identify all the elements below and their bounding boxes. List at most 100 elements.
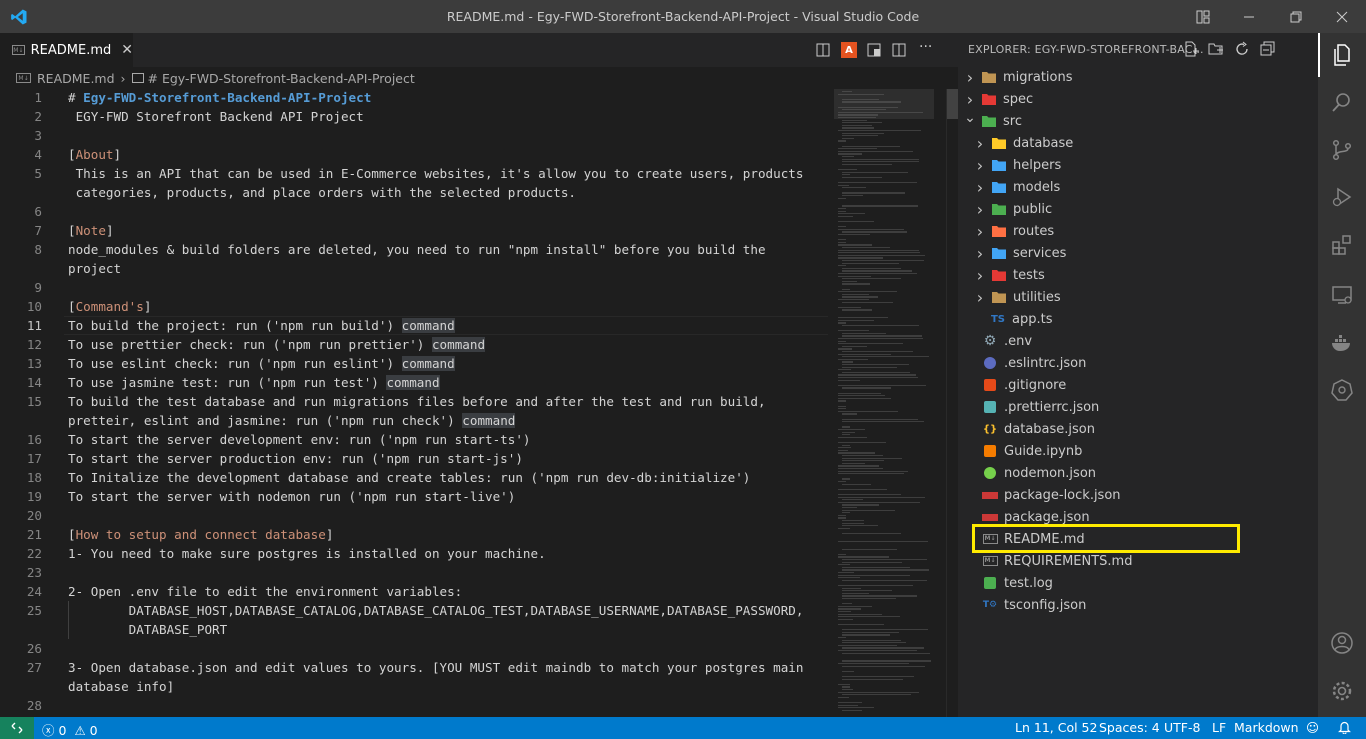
tree-item[interactable]: › public: [973, 198, 1052, 220]
code-line[interactable]: 14 To use jasmine test: run ('npm run tes…: [0, 373, 828, 392]
code-line[interactable]: 13 To use eslint check: run ('npm run esl…: [0, 354, 828, 373]
code-line[interactable]: 18 To Initalize the development database …: [0, 468, 828, 487]
tree-item[interactable]: TS app.ts: [990, 308, 1053, 330]
code-line[interactable]: 24 2- Open .env file to edit the environm…: [0, 582, 828, 601]
code-line[interactable]: 3: [0, 126, 828, 145]
chevron-down-icon[interactable]: ⌄: [963, 110, 977, 126]
breadcrumb-file[interactable]: README.md: [37, 71, 115, 86]
remote-explorer-icon[interactable]: [1330, 283, 1354, 307]
tree-item[interactable]: .gitignore: [982, 374, 1066, 396]
tree-item[interactable]: M↓ REQUIREMENTS.md: [982, 550, 1132, 572]
tree-item[interactable]: Guide.ipynb: [982, 440, 1082, 462]
tree-item[interactable]: .prettierrc.json: [982, 396, 1099, 418]
code-line[interactable]: 4 [About]: [0, 145, 828, 164]
code-line[interactable]: 6: [0, 202, 828, 221]
code-line[interactable]: 16 To start the server development env: r…: [0, 430, 828, 449]
code-line[interactable]: pretteir, eslint and jasmine: run ('npm …: [0, 411, 828, 430]
chevron-right-icon[interactable]: ›: [973, 266, 987, 285]
more-actions-icon[interactable]: ···: [919, 39, 932, 55]
tree-item[interactable]: › routes: [973, 220, 1054, 242]
tree-item[interactable]: .eslintrc.json: [982, 352, 1086, 374]
collapse-all-icon[interactable]: [1260, 41, 1276, 57]
close-button[interactable]: [1331, 6, 1353, 28]
restore-button[interactable]: [1285, 6, 1307, 28]
tab-readme[interactable]: M↓ README.md ✕: [0, 33, 133, 67]
tree-item[interactable]: package-lock.json: [982, 484, 1121, 506]
tree-item[interactable]: › services: [973, 242, 1067, 264]
tree-item[interactable]: T⚙ tsconfig.json: [982, 594, 1086, 616]
code-line[interactable]: 11 To build the project: run ('npm run bu…: [0, 316, 828, 335]
code-line[interactable]: database info]: [0, 677, 828, 696]
code-line[interactable]: 22 1- You need to make sure postgres is i…: [0, 544, 828, 563]
preview-side-icon[interactable]: [866, 42, 882, 58]
tree-item[interactable]: › spec: [963, 88, 1033, 110]
new-file-icon[interactable]: [1183, 41, 1199, 57]
tree-item[interactable]: › migrations: [963, 66, 1073, 88]
tree-item[interactable]: › utilities: [973, 286, 1061, 308]
chevron-right-icon[interactable]: ›: [973, 156, 987, 175]
code-line[interactable]: DATABASE_PORT: [0, 620, 828, 639]
account-icon[interactable]: [1330, 631, 1354, 655]
search-icon[interactable]: [1330, 90, 1354, 114]
chevron-right-icon[interactable]: ›: [973, 288, 987, 307]
gear-icon[interactable]: [1330, 679, 1354, 703]
code-line[interactable]: 25 DATABASE_HOST,DATABASE_CATALOG,DATABA…: [0, 601, 828, 620]
bell-icon[interactable]: [1338, 720, 1351, 737]
code-line[interactable]: 5 This is an API that can be used in E-C…: [0, 164, 828, 183]
code-line[interactable]: 8 node_modules & build folders are delete…: [0, 240, 828, 259]
indentation[interactable]: Spaces: 4: [1099, 720, 1160, 735]
chevron-right-icon[interactable]: ›: [973, 200, 987, 219]
tree-item[interactable]: ⌄ src: [963, 110, 1022, 132]
minimize-button[interactable]: [1238, 6, 1260, 28]
code-line[interactable]: 9: [0, 278, 828, 297]
code-line[interactable]: 2 EGY-FWD Storefront Backend API Project: [0, 107, 828, 126]
code-line[interactable]: 21 [How to setup and connect database]: [0, 525, 828, 544]
tree-item[interactable]: › tests: [973, 264, 1045, 286]
docker-icon[interactable]: [1330, 331, 1354, 355]
tree-item[interactable]: › helpers: [973, 154, 1061, 176]
extension-action-icon[interactable]: A: [841, 42, 857, 58]
code-line[interactable]: 7 [Note]: [0, 221, 828, 240]
chevron-right-icon[interactable]: ›: [963, 90, 977, 109]
kubernetes-icon[interactable]: [1330, 378, 1354, 402]
code-line[interactable]: 28: [0, 696, 828, 715]
layout-icon[interactable]: [1192, 6, 1214, 28]
encoding[interactable]: UTF-8: [1164, 720, 1200, 735]
code-line[interactable]: 10 [Command's]: [0, 297, 828, 316]
source-control-icon[interactable]: [1330, 138, 1354, 162]
tree-item[interactable]: {} database.json: [982, 418, 1095, 440]
code-line[interactable]: 17 To start the server production env: ru…: [0, 449, 828, 468]
chevron-right-icon[interactable]: ›: [973, 222, 987, 241]
chevron-right-icon[interactable]: ›: [973, 244, 987, 263]
code-line[interactable]: 15 To build the test database and run mig…: [0, 392, 828, 411]
tree-item[interactable]: › models: [973, 176, 1060, 198]
remote-indicator[interactable]: [0, 717, 34, 739]
code-line[interactable]: 19 To start the server with nodemon run (…: [0, 487, 828, 506]
explorer-icon[interactable]: [1330, 43, 1354, 67]
code-line[interactable]: 1 # Egy-FWD-Storefront-Backend-API-Projec…: [0, 88, 828, 107]
extensions-icon[interactable]: [1330, 233, 1354, 257]
minimap[interactable]: [828, 89, 946, 717]
code-line[interactable]: 26: [0, 639, 828, 658]
tree-item[interactable]: test.log: [982, 572, 1053, 594]
code-line[interactable]: 20: [0, 506, 828, 525]
feedback-icon[interactable]: ☺: [1306, 720, 1319, 735]
editor-scrollbar-thumb[interactable]: [947, 89, 958, 119]
new-folder-icon[interactable]: [1208, 41, 1224, 57]
chevron-right-icon[interactable]: ›: [973, 134, 987, 153]
code-line[interactable]: 12 To use prettier check: run ('npm run p…: [0, 335, 828, 354]
run-debug-icon[interactable]: [1330, 185, 1354, 209]
tree-item[interactable]: › database: [973, 132, 1073, 154]
editor-text-area[interactable]: 1 # Egy-FWD-Storefront-Backend-API-Projec…: [0, 89, 828, 717]
chevron-right-icon[interactable]: ›: [963, 68, 977, 87]
editor-scrollbar[interactable]: [946, 89, 958, 717]
code-line[interactable]: 27 3- Open database.json and edit values …: [0, 658, 828, 677]
end-of-line[interactable]: LF: [1212, 720, 1226, 735]
split-editor-icon[interactable]: [891, 42, 907, 58]
breadcrumb-symbol[interactable]: # Egy-FWD-Storefront-Backend-API-Project: [148, 71, 415, 86]
close-icon[interactable]: ✕: [121, 42, 133, 58]
code-line[interactable]: 23: [0, 563, 828, 582]
minimap-slider[interactable]: [834, 89, 934, 119]
tree-item[interactable]: nodemon.json: [982, 462, 1096, 484]
cursor-position[interactable]: Ln 11, Col 52: [1015, 720, 1097, 735]
